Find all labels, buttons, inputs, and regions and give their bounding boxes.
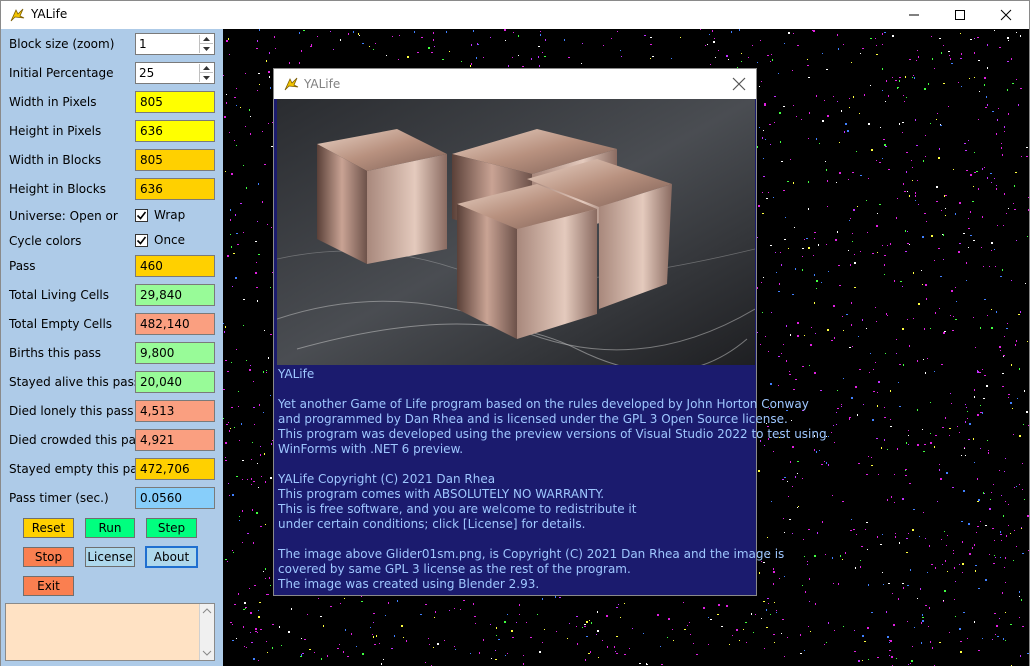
about-text-line: and programmed by Dan Rhea and is licens… [278, 412, 788, 426]
about-button[interactable]: About [145, 546, 198, 568]
total-empty-label: Total Empty Cells [9, 317, 113, 331]
minimize-button[interactable] [891, 1, 937, 29]
checkmark-icon [135, 233, 148, 247]
total-empty-value: 482,140 [135, 313, 215, 335]
initial-percentage-value: 25 [139, 66, 155, 80]
about-text-line: This program was developed using the pre… [278, 427, 827, 441]
cycle-colors-label: Cycle colors [9, 234, 82, 248]
about-text-line: YALife Copyright (C) 2021 Dan Rhea [278, 472, 496, 486]
glider-render-image [277, 99, 755, 365]
initial-percentage-label: Initial Percentage [9, 66, 114, 80]
exit-button[interactable]: Exit [23, 576, 74, 596]
maximize-button[interactable] [937, 1, 983, 29]
died-lonely-value: 4,513 [135, 400, 215, 422]
about-text-line: This program comes with ABSOLUTELY NO WA… [278, 487, 605, 501]
about-text-line: This is free software, and you are welco… [278, 502, 637, 516]
block-size-value: 1 [139, 37, 147, 51]
births-label: Births this pass [9, 346, 102, 360]
control-panel: Block size (zoom) 1 Initial Percentage 2… [1, 29, 223, 666]
step-button[interactable]: Step [146, 518, 197, 538]
log-textbox[interactable] [5, 603, 215, 661]
about-text-line [278, 532, 754, 547]
log-scrollbar[interactable] [199, 604, 214, 660]
checkmark-icon [135, 208, 148, 222]
pass-value: 460 [135, 255, 215, 277]
spin-down-icon[interactable] [200, 73, 213, 82]
height-blocks-label: Height in Blocks [9, 182, 106, 196]
close-icon [1000, 9, 1012, 21]
reset-button[interactable]: Reset [23, 518, 74, 538]
width-blocks-label: Width in Blocks [9, 153, 102, 167]
height-pixels-field[interactable]: 636 [135, 120, 215, 142]
died-lonely-label: Died lonely this pass [9, 404, 134, 418]
license-button[interactable]: License [85, 547, 135, 567]
about-text-line: WinForms with .NET 6 preview. [278, 442, 464, 456]
about-text-line: The image above Glider01sm.png, is Copyr… [278, 547, 785, 561]
stayed-empty-value: 472,706 [135, 458, 215, 480]
total-living-label: Total Living Cells [9, 288, 110, 302]
close-button[interactable] [983, 1, 1029, 29]
maximize-icon [955, 10, 965, 20]
about-text-line [278, 457, 754, 472]
once-checkbox-label: Once [154, 233, 186, 247]
died-crowded-label: Died crowded this pass [9, 433, 149, 447]
pass-label: Pass [9, 259, 36, 273]
app-icon [10, 8, 25, 22]
once-checkbox[interactable]: Once [135, 233, 185, 247]
window-title: YALife [31, 7, 68, 21]
births-value: 9,800 [135, 342, 215, 364]
scroll-up-icon[interactable] [200, 606, 214, 616]
close-icon[interactable] [730, 75, 748, 93]
stayed-alive-value: 20,040 [135, 371, 215, 393]
app-icon [284, 77, 299, 91]
pass-timer-label: Pass timer (sec.) [9, 491, 109, 505]
universe-label: Universe: Open or [9, 209, 118, 223]
dialog-title-bar[interactable]: YALife [274, 69, 756, 99]
stayed-empty-label: Stayed empty this pass [9, 462, 151, 476]
about-text-line: under certain conditions; click [License… [278, 517, 586, 531]
height-pixels-label: Height in Pixels [9, 124, 102, 138]
stayed-alive-label: Stayed alive this pass [9, 375, 141, 389]
title-bar[interactable]: YALife [1, 1, 1029, 29]
spin-down-icon[interactable] [200, 44, 213, 53]
died-crowded-value: 4,921 [135, 429, 215, 451]
minimize-icon [909, 14, 919, 16]
about-text: YALife Yet another Game of Life program b… [277, 365, 827, 595]
width-pixels-label: Width in Pixels [9, 95, 97, 109]
app-window: YALife Block size (zoom) 1 Initial Perce… [0, 0, 1030, 666]
block-size-label: Block size (zoom) [9, 37, 115, 51]
block-size-spinner[interactable]: 1 [135, 33, 215, 55]
initial-percentage-spinner[interactable]: 25 [135, 62, 215, 84]
spin-up-icon[interactable] [200, 35, 213, 44]
width-blocks-field: 805 [135, 149, 215, 171]
dialog-title: YALife [304, 77, 341, 91]
about-text-line: Yet another Game of Life program based o… [278, 397, 809, 411]
spin-up-icon[interactable] [200, 64, 213, 73]
wrap-checkbox-label: Wrap [154, 208, 186, 222]
pass-timer-value: 0.0560 [135, 487, 215, 509]
about-text-line: The image was created using Blender 2.93… [278, 577, 540, 591]
scroll-down-icon[interactable] [200, 648, 214, 658]
stop-button[interactable]: Stop [23, 547, 74, 567]
run-button[interactable]: Run [85, 518, 135, 538]
total-living-value: 29,840 [135, 284, 215, 306]
wrap-checkbox[interactable]: Wrap [135, 208, 185, 222]
height-blocks-field: 636 [135, 178, 215, 200]
about-dialog: YALife YALife Yet another Game of Life p… [273, 68, 827, 596]
about-text-line: YALife [278, 367, 315, 381]
about-text-line [278, 382, 754, 397]
about-text-line: covered by same GPL 3 license as the res… [278, 562, 631, 576]
width-pixels-field[interactable]: 805 [135, 91, 215, 113]
